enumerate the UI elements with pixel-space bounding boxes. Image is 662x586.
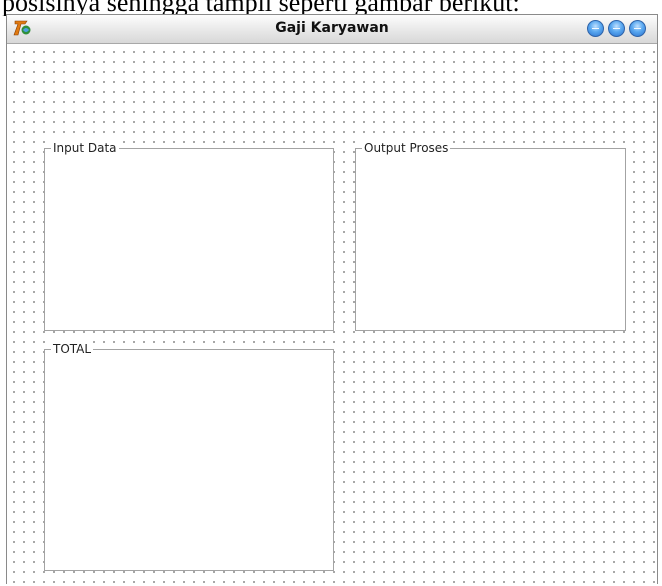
output-proses-panel[interactable]: Output Proses (355, 140, 626, 331)
design-canvas[interactable]: Input Data Output Proses TOTAL (7, 44, 657, 584)
window-title: Gaji Karyawan (275, 20, 389, 36)
total-title: TOTAL (51, 341, 94, 357)
maximize-button[interactable] (608, 20, 625, 37)
input-data-title: Input Data (51, 140, 119, 156)
input-data-panel[interactable]: Input Data (44, 140, 334, 331)
close-button[interactable] (629, 20, 646, 37)
title-bar[interactable]: Gaji Karyawan (7, 15, 657, 44)
total-panel[interactable]: TOTAL (44, 341, 334, 571)
output-proses-title: Output Proses (362, 140, 451, 156)
minimize-button[interactable] (587, 20, 604, 37)
form-window: Gaji Karyawan Input Data Output Proses T… (6, 14, 658, 584)
